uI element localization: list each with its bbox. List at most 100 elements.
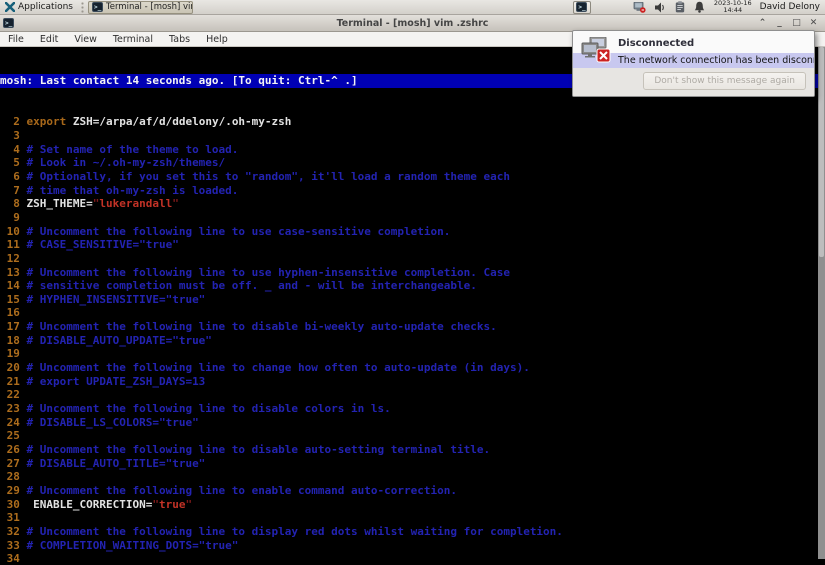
scrollbar-thumb[interactable] — [819, 47, 824, 257]
vim-status-line: ".zshrc" 91L, 2954B 1,1 Top — [0, 549, 825, 565]
menu-item-file[interactable]: File — [0, 32, 32, 46]
dont-show-again-button[interactable]: Don't show this message again — [643, 72, 806, 90]
notification-title: Disconnected — [618, 38, 695, 49]
line-number: 31 — [0, 511, 27, 525]
editor-line-16: 16 — [0, 306, 825, 320]
menu-item-terminal[interactable]: Terminal — [105, 32, 161, 46]
line-number: 4 — [0, 142, 27, 156]
line-number: 5 — [0, 156, 27, 170]
notifications-bell-icon[interactable] — [694, 1, 705, 13]
volume-icon[interactable] — [654, 2, 666, 13]
line-number: 15 — [0, 292, 27, 306]
editor-line-18: 18 # DISABLE_AUTO_UPDATE="true" — [0, 333, 212, 347]
line-number: 26 — [0, 443, 27, 457]
line-number: 7 — [0, 183, 27, 197]
applications-menu-button[interactable]: Applications — [0, 0, 78, 14]
line-number: 8 — [0, 197, 27, 211]
terminal-scrollbar[interactable] — [818, 47, 825, 559]
editor-line-2: 2 export ZSH=/arpa/af/d/ddelony/.oh-my-z… — [0, 115, 292, 129]
clock[interactable]: 2023-10-16 14:44 — [714, 0, 752, 14]
editor-line-15: 15 # HYPHEN_INSENSITIVE="true" — [0, 292, 206, 306]
menu-item-help[interactable]: Help — [198, 32, 236, 46]
editor-line-28: 28 — [0, 470, 825, 484]
line-number: 24 — [0, 415, 27, 429]
editor-line-4: 4 # Set name of the theme to load. — [0, 142, 239, 156]
editor-line-22: 22 — [0, 388, 825, 402]
line-number: 14 — [0, 279, 27, 293]
line-number: 2 — [0, 115, 27, 129]
editor-line-5: 5 # Look in ~/.oh-my-zsh/themes/ — [0, 156, 226, 170]
line-number: 29 — [0, 484, 27, 497]
editor-line-26: 26 # Uncomment the following line to dis… — [0, 443, 491, 457]
editor-line-6: 6 # Optionally, if you set this to "rand… — [0, 169, 510, 183]
user-menu[interactable]: David Delony — [760, 2, 825, 12]
line-number: 23 — [0, 402, 27, 416]
close-button[interactable]: ✕ — [807, 17, 820, 30]
minimize-button[interactable]: _ — [773, 17, 786, 30]
editor-line-30: 30 ENABLE_CORRECTION="true" — [0, 497, 193, 511]
taskbar-button-label: Terminal - [mosh] vim .... — [105, 2, 192, 12]
line-number: 20 — [0, 361, 27, 375]
notification-popup: Disconnected The network connection has … — [572, 30, 815, 97]
line-number: 13 — [0, 265, 27, 279]
notification-message: The network connection has been disconne… — [618, 55, 814, 66]
editor-line-20: 20 # Uncomment the following line to cha… — [0, 361, 530, 375]
line-number: 16 — [0, 306, 27, 320]
editor-line-27: 27 # DISABLE_AUTO_TITLE="true" — [0, 456, 206, 470]
editor-line-19: 19 — [0, 347, 825, 361]
applications-icon — [5, 2, 15, 12]
editor-line-9: 9 — [0, 211, 825, 225]
menu-item-view[interactable]: View — [66, 32, 105, 46]
line-number: 18 — [0, 333, 27, 347]
line-number: 11 — [0, 238, 27, 252]
editor-line-17: 17 # Uncomment the following line to dis… — [0, 320, 497, 334]
editor-line-7: 7 # time that oh-my-zsh is loaded. — [0, 183, 239, 197]
editor-line-23: 23 # Uncomment the following line to dis… — [0, 402, 391, 416]
editor-line-13: 13 # Uncomment the following line to use… — [0, 265, 510, 279]
terminal-icon: >_ — [576, 2, 588, 12]
line-number: 10 — [0, 224, 27, 238]
editor-line-25: 25 — [0, 429, 825, 443]
tray-terminal-button[interactable]: >_ — [572, 0, 591, 14]
line-number: 9 — [0, 210, 27, 224]
applications-label: Applications — [18, 2, 73, 12]
editor-line-21: 21 # export UPDATE_ZSH_DAYS=13 — [0, 374, 206, 388]
terminal-viewport[interactable]: mosh: Last contact 14 seconds ago. [To q… — [0, 47, 825, 565]
terminal-icon: >_ — [91, 2, 103, 12]
editor-line-14: 14 # sensitive completion must be off. _… — [0, 279, 477, 293]
editor-line-29: 29 # Uncomment the following line to ena… — [0, 484, 457, 497]
menu-item-edit[interactable]: Edit — [32, 32, 66, 46]
network-error-icon — [581, 37, 611, 63]
top-panel: Applications >_ Terminal - [mosh] vim ..… — [0, 0, 825, 15]
editor-line-24: 24 # DISABLE_LS_COLORS="true" — [0, 415, 199, 429]
clock-time: 14:44 — [723, 6, 743, 14]
taskbar-button-terminal[interactable]: >_ Terminal - [mosh] vim .... — [87, 0, 193, 14]
line-number: 12 — [0, 251, 27, 265]
window-title: Terminal - [mosh] vim .zshrc — [336, 17, 489, 29]
line-number: 22 — [0, 388, 27, 402]
line-number: 21 — [0, 374, 27, 388]
line-number: 17 — [0, 320, 27, 334]
clipman-icon[interactable] — [675, 1, 685, 13]
maximize-button[interactable]: □ — [790, 17, 803, 30]
editor-line-12: 12 — [0, 252, 825, 266]
line-number: 3 — [0, 128, 27, 142]
menu-item-tabs[interactable]: Tabs — [161, 32, 198, 46]
line-number: 27 — [0, 456, 27, 470]
line-number: 6 — [0, 169, 27, 183]
line-number: 32 — [0, 524, 27, 538]
editor-lines: 2 export ZSH=/arpa/af/d/ddelony/.oh-my-z… — [0, 115, 825, 565]
panel-separator — [79, 1, 85, 13]
editor-line-11: 11 # CASE_SENSITIVE="true" — [0, 238, 179, 252]
shade-button[interactable]: ⌃ — [756, 17, 769, 30]
editor-line-10: 10 # Uncomment the following line to use… — [0, 224, 451, 238]
editor-line-8: 8 ZSH_THEME="lukerandall" — [0, 197, 179, 211]
line-number: 19 — [0, 347, 27, 361]
editor-line-31: 31 — [0, 511, 825, 525]
editor-line-32: 32 # Uncomment the following line to dis… — [0, 524, 563, 538]
editor-line-3: 3 — [0, 129, 825, 143]
line-number: 25 — [0, 429, 27, 443]
network-disconnected-icon[interactable] — [633, 1, 646, 13]
line-number: 28 — [0, 470, 27, 484]
line-number: 30 — [0, 497, 27, 511]
